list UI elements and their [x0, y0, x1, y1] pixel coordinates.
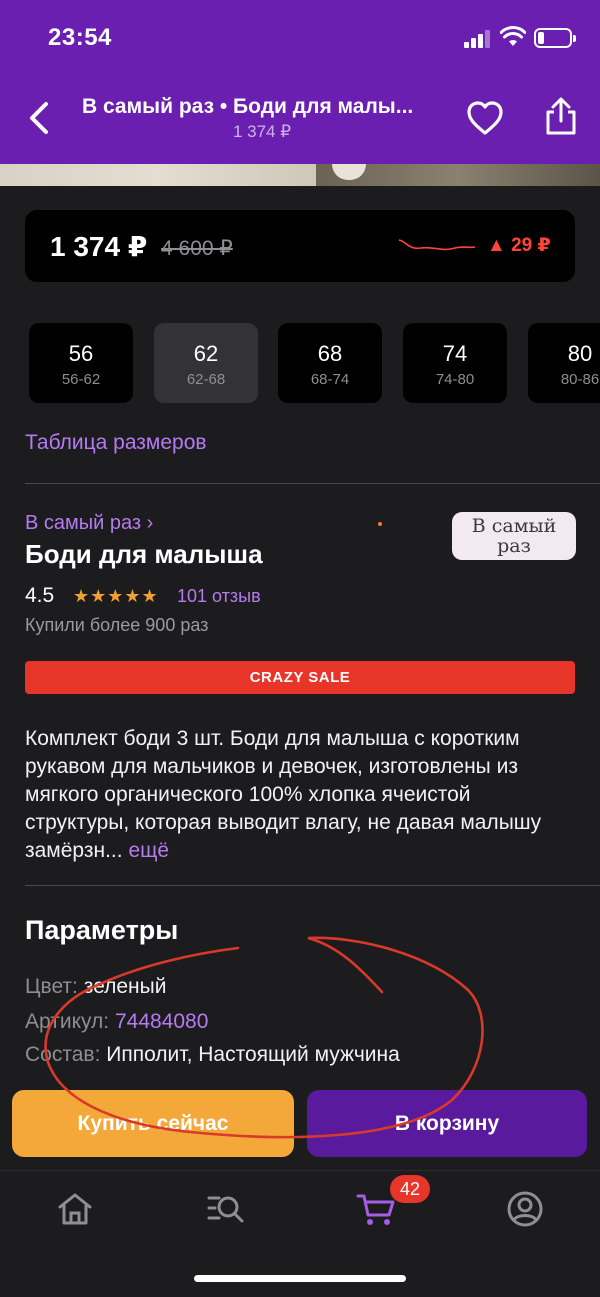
size-table-link[interactable]: Таблица размеров — [25, 431, 207, 455]
param-article: Артикул: 74484080 — [25, 1010, 208, 1034]
size-range: 80-86 — [560, 371, 600, 388]
size-selector: 56 56-62 62 62-68 68 68-74 74 74-80 80 8… — [0, 323, 600, 403]
param-key: Цвет: — [25, 975, 78, 998]
page-subtitle-price: 1 374 ₽ — [232, 122, 292, 141]
size-option[interactable]: 74 74-80 — [403, 323, 507, 403]
share-icon[interactable] — [542, 96, 580, 136]
cellular-signal-icon — [464, 30, 492, 48]
profile-icon[interactable] — [505, 1189, 545, 1229]
size-range: 56-62 — [61, 371, 101, 388]
current-price: 1 374 ₽ — [50, 231, 148, 262]
size-value: 80 — [567, 341, 593, 366]
reviews-link[interactable]: 101 отзыв — [177, 586, 261, 607]
param-value: Ипполит, Настоящий мужчина — [106, 1043, 400, 1066]
param-key: Артикул: — [25, 1010, 110, 1033]
size-option[interactable]: 80 80-86 — [528, 323, 600, 403]
favorite-heart-icon[interactable] — [466, 100, 504, 136]
home-icon[interactable] — [55, 1189, 95, 1229]
purchase-count: Купили более 900 раз — [25, 615, 209, 635]
size-range: 74-80 — [435, 371, 475, 388]
cart-icon[interactable] — [356, 1189, 396, 1229]
size-option[interactable]: 68 68-74 — [278, 323, 382, 403]
status-bar: 23:54 — [0, 0, 600, 78]
size-range: 62-68 — [186, 371, 226, 388]
size-range: 68-74 — [310, 371, 350, 388]
old-price: 4 600 ₽ — [161, 237, 233, 260]
param-color: Цвет: зеленый — [25, 975, 166, 999]
top-app-bar: 23:54 В самый раз • Боди для малы... 1 3… — [0, 0, 600, 164]
size-option[interactable]: 56 56-62 — [29, 323, 133, 403]
price-change-badge: ▲ 29 ₽ — [487, 235, 551, 256]
size-option-selected[interactable]: 62 62-68 — [154, 323, 258, 403]
catalog-search-icon[interactable] — [205, 1189, 245, 1229]
description-text: Комплект боди 3 шт. Боди для малыша с ко… — [25, 727, 542, 862]
size-value: 68 — [317, 341, 343, 366]
size-value: 56 — [68, 341, 94, 366]
battery-icon — [534, 28, 576, 48]
brand-link[interactable]: В самый раз › — [25, 512, 153, 535]
rating-value: 4.5 — [25, 584, 55, 607]
param-value: зеленый — [83, 975, 167, 998]
cart-count-badge: 42 — [390, 1175, 430, 1203]
rating-stars-icon: ★★★★★ — [73, 586, 159, 606]
param-composition: Состав: Ипполит, Настоящий мужчина — [25, 1043, 400, 1067]
divider — [25, 885, 600, 886]
brand-logo[interactable]: В самый раз — [452, 512, 576, 560]
article-number-link[interactable]: 74484080 — [115, 1010, 208, 1033]
product-photo-edge[interactable] — [0, 164, 600, 186]
back-chevron-icon[interactable] — [24, 98, 54, 138]
page-title: В самый раз • Боди для малы... — [82, 95, 414, 118]
size-value: 74 — [442, 341, 468, 366]
price-history-sparkline — [398, 239, 476, 251]
params-heading: Параметры — [25, 915, 179, 945]
wifi-icon — [500, 26, 526, 46]
product-description: Комплект боди 3 шт. Боди для малыша с ко… — [25, 725, 575, 865]
add-to-cart-button[interactable]: В корзину — [307, 1090, 587, 1157]
price-card[interactable]: 1 374 ₽ 4 600 ₽ ▲ 29 ₽ — [25, 210, 575, 282]
param-key: Состав: — [25, 1043, 101, 1066]
size-value: 62 — [193, 341, 219, 366]
read-more-link[interactable]: ещё — [128, 839, 169, 862]
home-indicator[interactable] — [194, 1275, 406, 1282]
divider — [25, 483, 600, 484]
buy-now-button[interactable]: Купить сейчас — [12, 1090, 294, 1157]
sale-banner[interactable]: CRAZY SALE — [25, 661, 575, 694]
decorative-dot — [378, 522, 382, 526]
product-title: Боди для малыша — [25, 539, 263, 569]
status-time: 23:54 — [48, 24, 112, 51]
